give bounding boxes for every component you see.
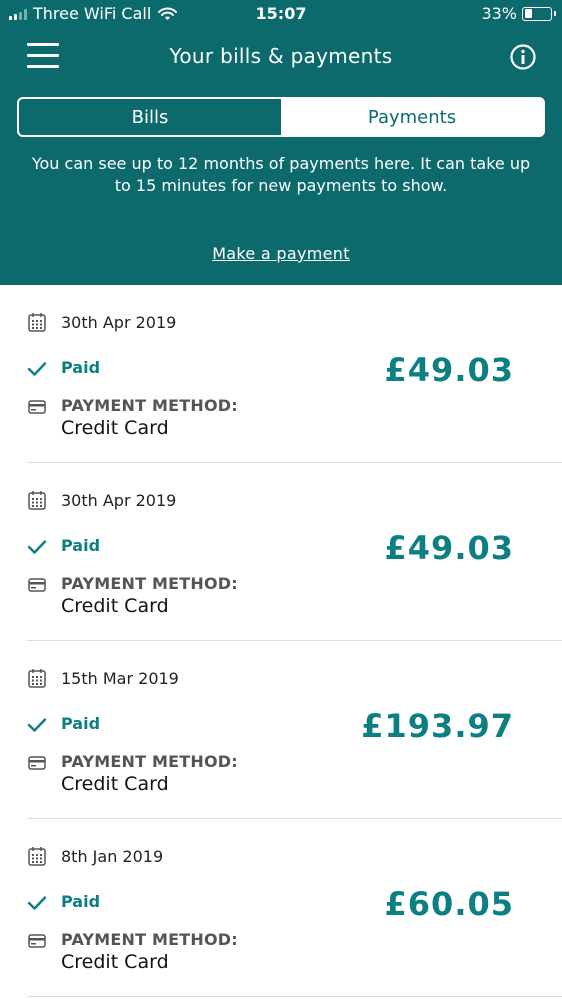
payment-amount: £49.03: [384, 529, 514, 567]
divider: [27, 996, 562, 997]
nav-bar: Your bills & payments: [0, 30, 562, 85]
header: Three WiFi Call 15:07 33% Your bills & p…: [0, 0, 562, 285]
tab-bills[interactable]: Bills: [19, 99, 281, 135]
payment-status: Paid: [61, 358, 101, 377]
status-bar: Three WiFi Call 15:07 33%: [0, 0, 562, 30]
info-icon[interactable]: [510, 44, 536, 70]
check-icon: [27, 540, 47, 554]
make-payment-link[interactable]: Make a payment: [0, 244, 562, 263]
payment-date: 8th Jan 2019: [61, 847, 164, 866]
check-icon: [27, 718, 47, 732]
payment-method-label: PAYMENT METHOD:: [61, 752, 238, 771]
battery-icon: [522, 6, 556, 21]
payment-date: 30th Apr 2019: [61, 491, 177, 510]
payment-item: 30th Apr 2019 Paid PAYMENT METHOD: Credi…: [0, 463, 562, 641]
payment-amount: £49.03: [384, 351, 514, 389]
credit-card-icon: [28, 756, 46, 770]
payment-method-value: Credit Card: [61, 417, 169, 439]
payment-date: 15th Mar 2019: [61, 669, 179, 688]
payment-method-label: PAYMENT METHOD:: [61, 574, 238, 593]
credit-card-icon: [28, 578, 46, 592]
page-title: Your bills & payments: [169, 44, 393, 68]
payment-item: 15th Mar 2019 Paid PAYMENT METHOD: Credi…: [0, 641, 562, 819]
calendar-icon: [28, 847, 46, 866]
payment-method-label: PAYMENT METHOD:: [61, 396, 238, 415]
payment-status: Paid: [61, 892, 101, 911]
payment-status: Paid: [61, 714, 101, 733]
info-message: You can see up to 12 months of payments …: [31, 154, 531, 195]
payment-date: 30th Apr 2019: [61, 313, 177, 332]
check-icon: [27, 362, 47, 376]
payment-item: 30th Apr 2019 Paid PAYMENT METHOD: Credi…: [0, 285, 562, 463]
payment-method-label: PAYMENT METHOD:: [61, 930, 238, 949]
payment-status: Paid: [61, 536, 101, 555]
check-icon: [27, 896, 47, 910]
tab-payments[interactable]: Payments: [281, 99, 543, 135]
payment-amount: £60.05: [384, 885, 514, 923]
calendar-icon: [28, 669, 46, 688]
payments-list: 30th Apr 2019 Paid PAYMENT METHOD: Credi…: [0, 285, 562, 997]
payment-amount: £193.97: [361, 707, 514, 745]
bills-payments-toggle: Bills Payments: [17, 97, 545, 137]
credit-card-icon: [28, 400, 46, 414]
battery-percent: 33%: [481, 4, 517, 23]
clock: 15:07: [255, 4, 307, 23]
payment-method-value: Credit Card: [61, 595, 169, 617]
payment-method-value: Credit Card: [61, 951, 169, 973]
credit-card-icon: [28, 934, 46, 948]
calendar-icon: [28, 491, 46, 510]
payment-method-value: Credit Card: [61, 773, 169, 795]
calendar-icon: [28, 313, 46, 332]
payment-item: 8th Jan 2019 Paid PAYMENT METHOD: Credit…: [0, 819, 562, 997]
